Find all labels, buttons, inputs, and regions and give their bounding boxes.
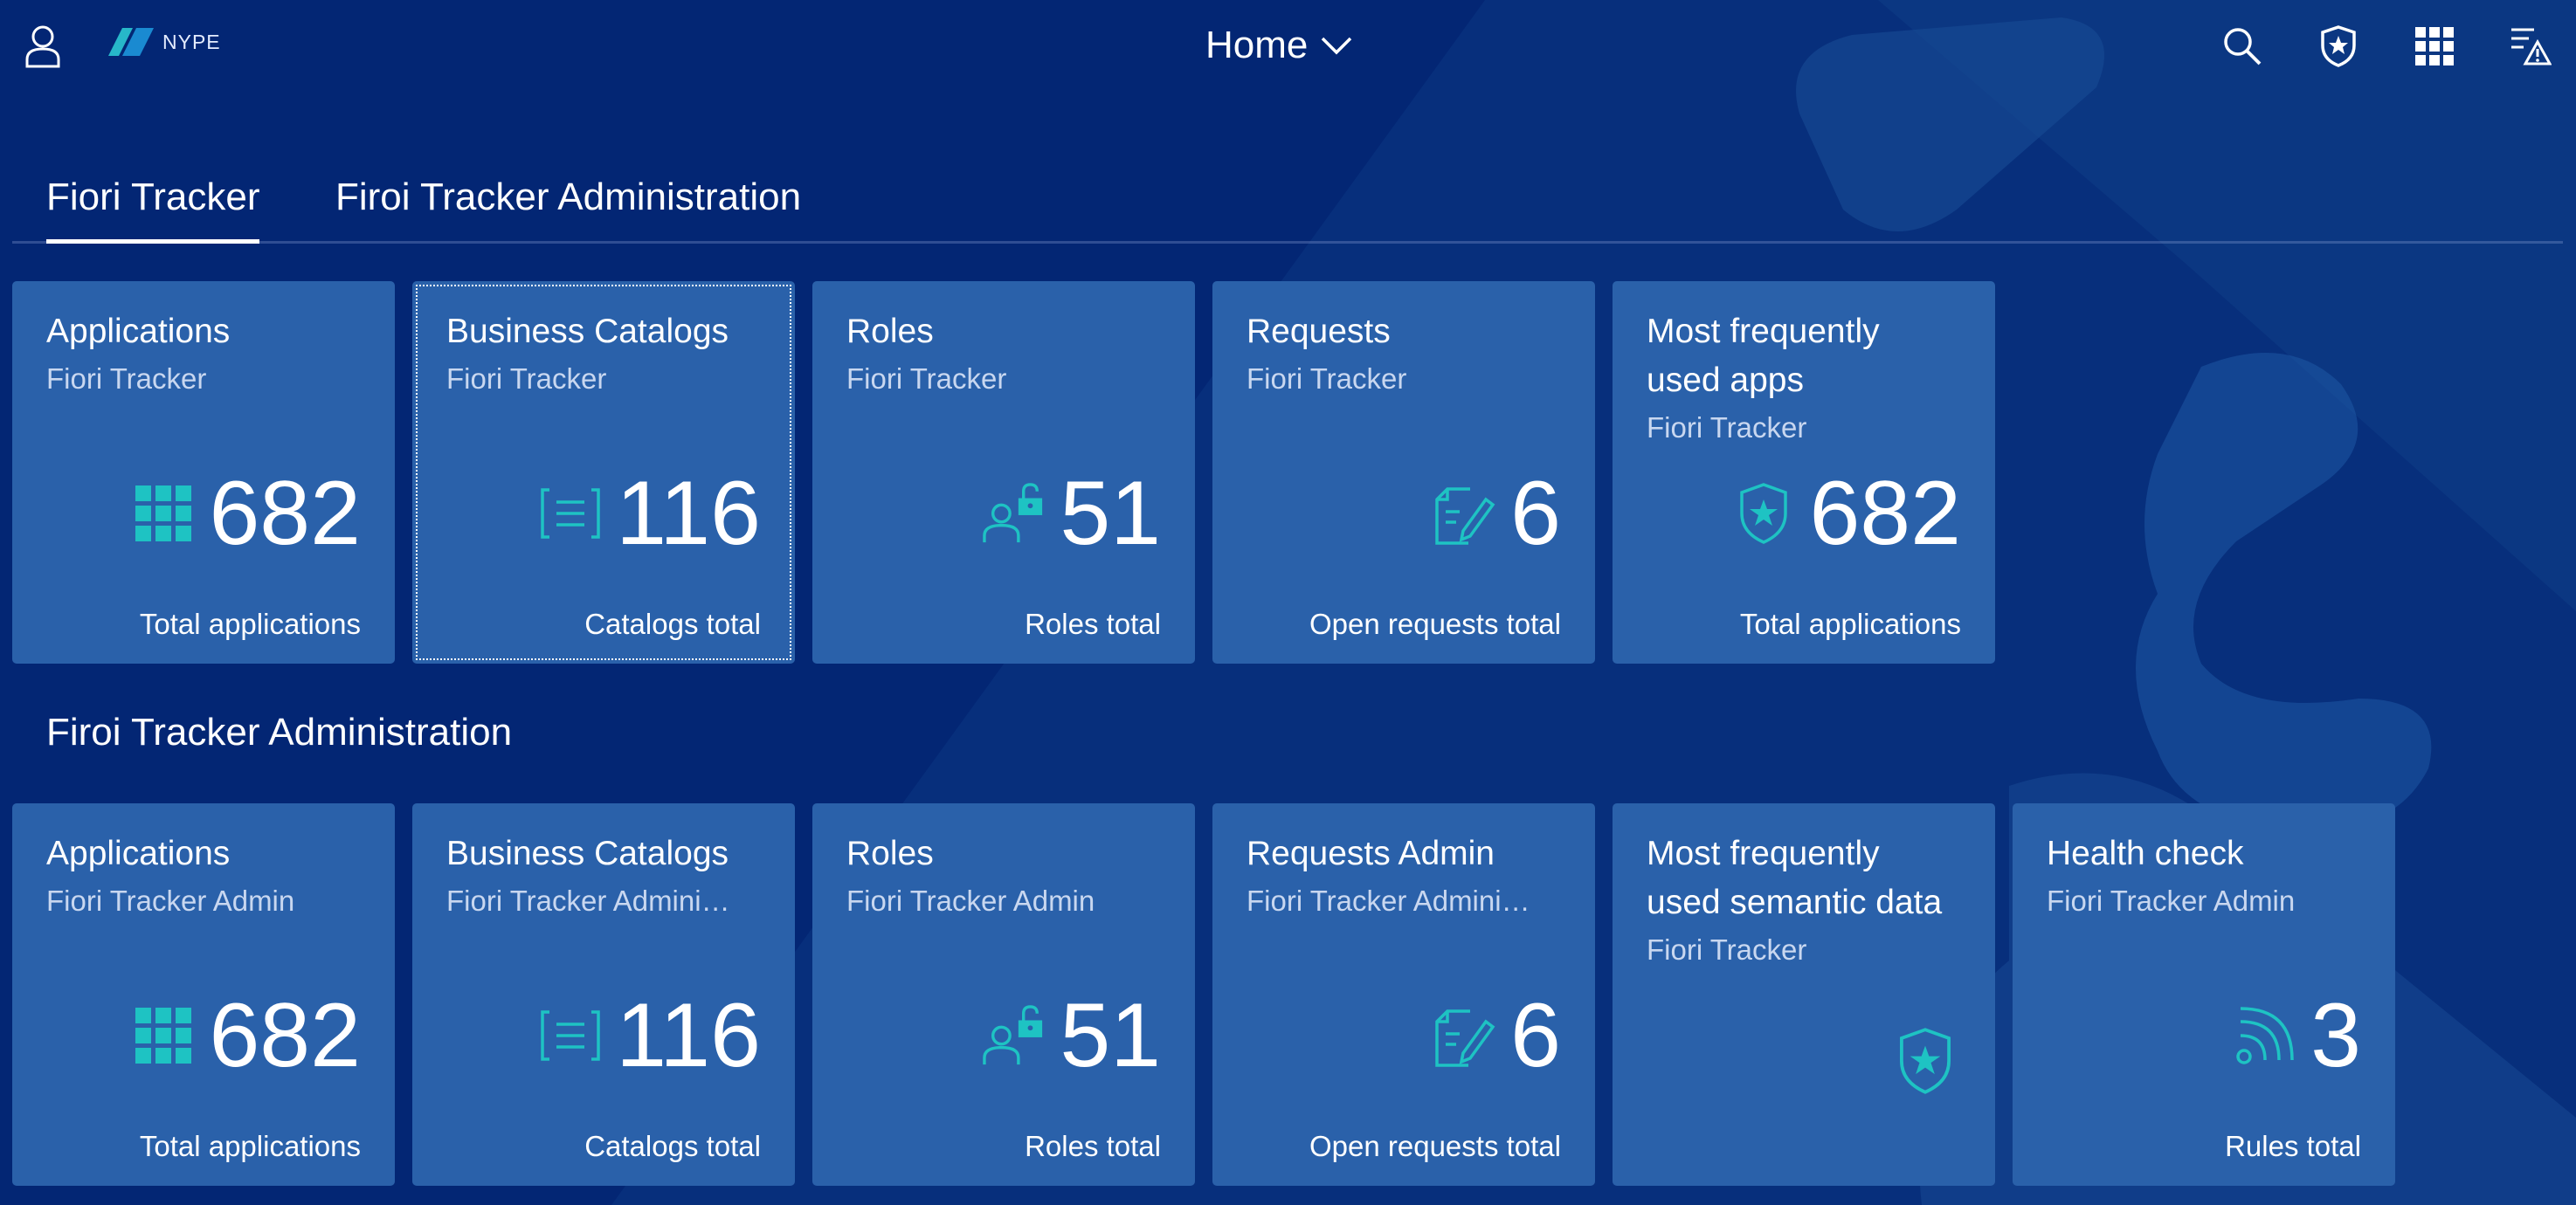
document-edit-icon bbox=[1433, 482, 1496, 545]
tile-title: Health check bbox=[2047, 835, 2244, 872]
tile-footer: Roles total bbox=[1025, 608, 1161, 640]
tile-subtitle: Fiori Tracker Admin bbox=[2047, 885, 2296, 917]
tile-applications-admin[interactable]: Applications Fiori Tracker Admin 682 Tot… bbox=[12, 803, 395, 1186]
tile-requests[interactable]: Requests Fiori Tracker 6 Open requests t… bbox=[1212, 281, 1595, 664]
page-title: Home bbox=[1205, 24, 1309, 66]
tile-kpi: 51 bbox=[983, 468, 1161, 559]
kpi-value: 3 bbox=[2310, 985, 2361, 1086]
logo-text: NYPE bbox=[162, 30, 221, 53]
app-grid-icon[interactable] bbox=[2407, 19, 2462, 73]
catalog-icon bbox=[539, 482, 602, 545]
tile-kpi: 682 bbox=[132, 468, 361, 559]
company-logo[interactable]: NYPE bbox=[107, 24, 221, 59]
kpi-value: 6 bbox=[1510, 985, 1561, 1086]
tile-roles-admin[interactable]: Roles Fiori Tracker Admin 51 Roles total bbox=[812, 803, 1195, 1186]
logo-mark-icon bbox=[108, 28, 154, 56]
tile-footer: Open requests total bbox=[1309, 608, 1561, 640]
tile-footer: Catalogs total bbox=[584, 608, 761, 640]
tile-subtitle: Fiori Tracker bbox=[46, 362, 207, 395]
tile-title-line-1: Most frequently bbox=[1647, 313, 1880, 350]
chevron-down-icon bbox=[1322, 37, 1352, 55]
tile-footer: Total applications bbox=[139, 608, 361, 640]
tile-subtitle: Fiori Tracker bbox=[1647, 933, 1807, 966]
tile-kpi: 51 bbox=[983, 990, 1161, 1081]
tile-title: Applications bbox=[46, 835, 231, 872]
kpi-value: 682 bbox=[209, 463, 361, 564]
notifications-warning-icon[interactable] bbox=[2503, 19, 2558, 73]
tile-roles[interactable]: Roles Fiori Tracker 51 Roles total bbox=[812, 281, 1195, 664]
tile-kpi: 682 bbox=[132, 990, 361, 1081]
role-unlock-icon bbox=[983, 1004, 1046, 1067]
document-edit-icon bbox=[1433, 1004, 1496, 1067]
kpi-value: 682 bbox=[1809, 463, 1961, 564]
badge-icon bbox=[1732, 482, 1795, 545]
tile-kpi: 116 bbox=[539, 468, 761, 559]
tile-business-catalogs-admin[interactable]: Business Catalogs Fiori Tracker Admini… … bbox=[412, 803, 795, 1186]
section-title: Firoi Tracker Administration bbox=[46, 711, 513, 754]
tile-title: Roles bbox=[846, 835, 934, 872]
tile-footer: Catalogs total bbox=[584, 1130, 761, 1162]
kpi-value: 682 bbox=[209, 985, 361, 1086]
tile-kpi: 116 bbox=[539, 990, 761, 1081]
tile-business-catalogs[interactable]: Business Catalogs Fiori Tracker 116 Cata… bbox=[412, 281, 795, 664]
shell-bar: NYPE Home bbox=[0, 0, 2576, 91]
tile-title-line-2: used semantic data bbox=[1647, 884, 1943, 921]
tile-footer: Rules total bbox=[2225, 1130, 2361, 1162]
signal-icon bbox=[2234, 1004, 2296, 1067]
kpi-value: 116 bbox=[616, 463, 761, 564]
tile-title: Applications bbox=[46, 313, 231, 350]
anchor-tab-bar: Fiori Tracker Firoi Tracker Administrati… bbox=[12, 154, 2563, 244]
tile-title: Business Catalogs bbox=[446, 835, 729, 872]
tile-health-check[interactable]: Health check Fiori Tracker Admin 3 Rules… bbox=[2013, 803, 2395, 1186]
tile-footer: Roles total bbox=[1025, 1130, 1161, 1162]
tile-most-frequently-used-semantic-data[interactable]: Most frequently used semantic data Fiori… bbox=[1613, 803, 1995, 1186]
tile-subtitle: Fiori Tracker bbox=[1247, 362, 1407, 395]
tile-title: Requests Admin bbox=[1247, 835, 1495, 872]
catalog-icon bbox=[539, 1004, 602, 1067]
tile-kpi: 6 bbox=[1433, 990, 1561, 1081]
tile-title: Roles bbox=[846, 313, 934, 350]
tile-footer: Open requests total bbox=[1309, 1130, 1561, 1162]
kpi-value: 6 bbox=[1510, 463, 1561, 564]
kpi-value: 116 bbox=[616, 985, 761, 1086]
tile-title-line-1: Most frequently bbox=[1647, 835, 1880, 872]
kpi-value: 51 bbox=[1060, 985, 1161, 1086]
tile-footer: Total applications bbox=[139, 1130, 361, 1162]
tile-applications[interactable]: Applications Fiori Tracker 682 Total app… bbox=[12, 281, 395, 664]
tile-subtitle: Fiori Tracker bbox=[846, 362, 1007, 395]
tile-subtitle: Fiori Tracker Admini… bbox=[1247, 885, 1530, 917]
kpi-value: 51 bbox=[1060, 463, 1161, 564]
apps-grid-icon bbox=[132, 1004, 195, 1067]
tile-kpi: 682 bbox=[1732, 468, 1961, 559]
tile-kpi: 3 bbox=[2234, 990, 2361, 1081]
tile-requests-admin[interactable]: Requests Admin Fiori Tracker Admini… 6 O… bbox=[1212, 803, 1595, 1186]
tile-subtitle: Fiori Tracker Admin bbox=[846, 885, 1095, 917]
tile-footer: Total applications bbox=[1739, 608, 1961, 640]
tile-subtitle: Fiori Tracker Admin bbox=[46, 885, 295, 917]
badge-icon bbox=[1893, 1027, 1961, 1095]
tile-subtitle: Fiori Tracker bbox=[446, 362, 607, 395]
apps-grid-icon bbox=[132, 482, 195, 545]
tile-kpi: 6 bbox=[1433, 468, 1561, 559]
tab-fiori-tracker[interactable]: Fiori Tracker bbox=[46, 154, 260, 244]
tile-title: Requests bbox=[1247, 313, 1391, 350]
tile-most-frequently-used-apps[interactable]: Most frequently used apps Fiori Tracker … bbox=[1613, 281, 1995, 664]
tile-subtitle: Fiori Tracker Admini… bbox=[446, 885, 730, 917]
user-icon[interactable] bbox=[16, 19, 70, 73]
home-menu-button[interactable]: Home bbox=[1205, 17, 1353, 73]
tab-firoi-tracker-administration[interactable]: Firoi Tracker Administration bbox=[335, 154, 801, 241]
badge-icon[interactable] bbox=[2311, 19, 2365, 73]
tile-title: Business Catalogs bbox=[446, 313, 729, 350]
tile-subtitle: Fiori Tracker bbox=[1647, 411, 1807, 444]
search-icon[interactable] bbox=[2215, 19, 2269, 73]
role-unlock-icon bbox=[983, 482, 1046, 545]
tile-title-line-2: used apps bbox=[1647, 362, 1804, 399]
